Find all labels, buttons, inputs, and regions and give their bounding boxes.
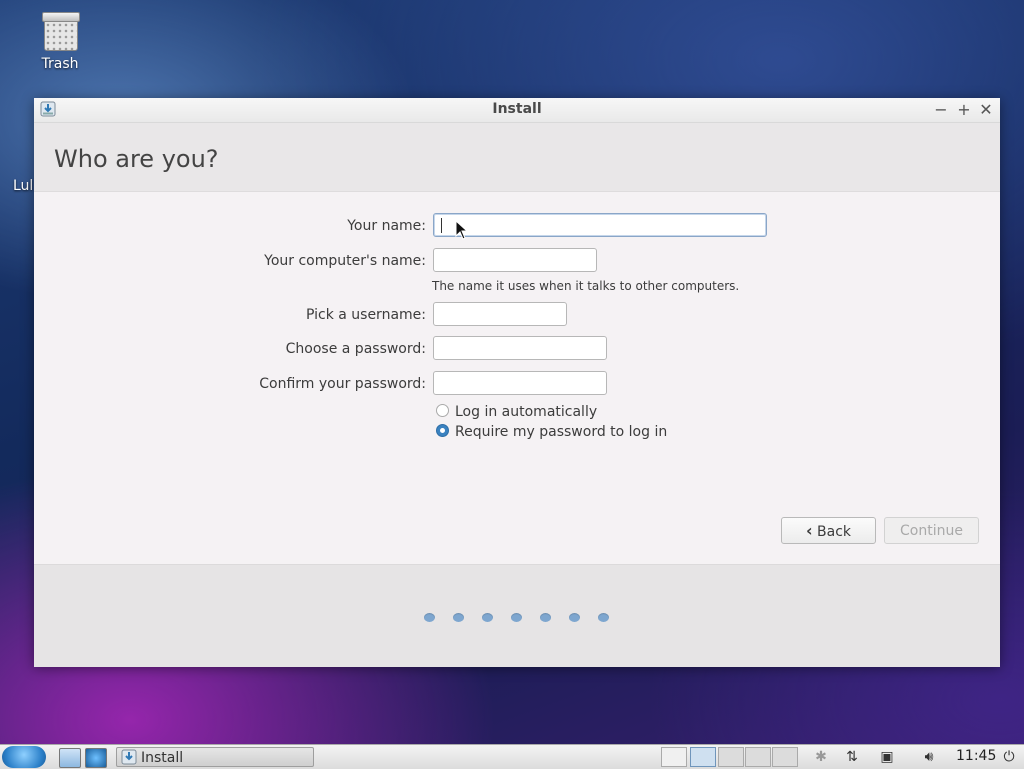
progress-footer [34,564,1000,667]
network-icon[interactable]: ⇅ [843,748,861,766]
taskbar-install-task[interactable]: Install [116,747,314,767]
pager-desktop-4[interactable] [745,747,771,767]
row-your-name: Your name: [34,213,1000,241]
window-titlebar[interactable]: Install − + ✕ [34,98,1000,123]
progress-dot [511,613,522,622]
back-label: Back [817,524,852,540]
password-input[interactable] [433,336,607,360]
browser-icon[interactable] [85,748,107,768]
confirm-password-label: Confirm your password: [259,376,426,392]
text-caret [441,218,442,233]
username-label: Pick a username: [305,307,426,323]
mouse-cursor-icon [455,220,469,240]
row-computer-name: Your computer's name: [34,248,1000,276]
pager-desktop-5[interactable] [772,747,798,767]
pager-desktop-1[interactable] [661,747,687,767]
login-automatically-radio[interactable] [436,404,449,417]
close-button[interactable]: ✕ [976,100,996,120]
confirm-password-input[interactable] [433,371,607,395]
password-label: Choose a password: [285,341,426,357]
task-label: Install [141,750,184,766]
taskbar: Install ✱ ⇅ ▣ 🔊︎ 11:45 ⏻ [0,744,1024,769]
pager-desktop-3[interactable] [718,747,744,767]
window-title: Install [492,101,542,117]
progress-dot [424,613,435,622]
require-password-radio[interactable] [436,424,449,437]
volume-icon[interactable]: 🔊︎ [920,748,938,766]
file-manager-icon[interactable] [59,748,81,768]
progress-dot [453,613,464,622]
progress-dot [540,613,551,622]
maximize-button[interactable]: + [954,100,974,120]
desktop-icon-label: Lul [13,178,34,194]
require-password-option[interactable]: Require my password to log in [436,424,667,444]
trash-label: Trash [41,56,79,72]
your-name-label: Your name: [347,218,426,234]
login-automatically-label: Log in automatically [455,404,598,420]
start-menu-icon[interactable] [2,746,46,768]
chevron-left-icon: ‹ [805,521,813,540]
page-title: Who are you? [54,145,219,173]
require-password-label: Require my password to log in [455,424,668,440]
bluetooth-icon[interactable]: ✱ [812,748,830,766]
progress-dot [482,613,493,622]
power-icon[interactable]: ⏻ [1000,748,1018,766]
computer-name-hint: The name it uses when it talks to other … [432,279,740,293]
row-password: Choose a password: [34,336,1000,364]
login-automatically-option[interactable]: Log in automatically [436,404,597,424]
row-confirm-password: Confirm your password: [34,371,1000,399]
display-icon[interactable]: ▣ [878,748,896,766]
minimize-button[interactable]: − [931,100,951,120]
progress-dot [598,613,609,622]
page-header: Who are you? [34,123,1000,192]
pager-desktop-2[interactable] [690,747,716,767]
continue-button[interactable]: Continue [884,517,979,544]
back-button[interactable]: ‹ Back [781,517,876,544]
progress-dots [424,611,627,626]
trash-icon [41,10,80,51]
desktop-trash[interactable]: Trash [30,10,90,72]
computer-name-label: Your computer's name: [264,253,426,269]
clock[interactable]: 11:45 [956,748,996,764]
your-name-input[interactable] [433,213,767,237]
installer-window: Install − + ✕ Who are you? Your name: Yo… [34,98,1000,667]
installer-task-icon [121,749,137,765]
computer-name-input[interactable] [433,248,597,272]
username-input[interactable] [433,302,567,326]
progress-dot [569,613,580,622]
row-username: Pick a username: [34,302,1000,330]
